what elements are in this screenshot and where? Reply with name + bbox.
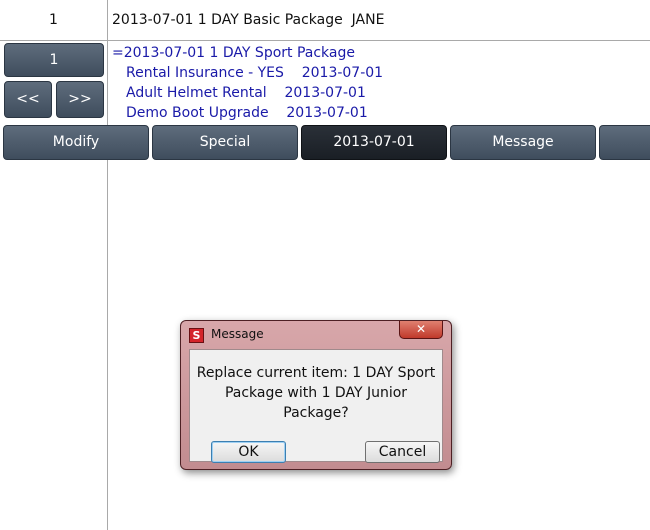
previous-button[interactable]: << — [4, 81, 52, 118]
grid-divider — [107, 0, 108, 530]
package-line: =2013-07-01 1 DAY Sport Package — [112, 45, 355, 61]
dialog-body: Replace current item: 1 DAY Sport Packag… — [189, 349, 443, 463]
item-number: 1 — [49, 12, 58, 28]
item-detail: =2013-07-01 1 DAY Sport Package Rental I… — [112, 43, 383, 123]
next-button[interactable]: >> — [56, 81, 104, 118]
message-button[interactable]: Message — [450, 125, 596, 160]
more-button[interactable] — [599, 125, 650, 160]
dialog-message-line: Replace current item: 1 DAY Sport — [196, 365, 436, 381]
dialog-titlebar[interactable]: S Message ✕ — [181, 321, 451, 349]
app-logo-icon: S — [189, 328, 204, 343]
special-button[interactable]: Special — [152, 125, 298, 160]
message-dialog: S Message ✕ Replace current item: 1 DAY … — [180, 320, 452, 470]
date-button[interactable]: 2013-07-01 — [301, 125, 447, 160]
addon-line: Demo Boot Upgrade 2013-07-01 — [126, 105, 368, 121]
addon-line: Adult Helmet Rental 2013-07-01 — [126, 85, 366, 101]
dialog-message-line: Package? — [283, 405, 349, 421]
cancel-button[interactable]: Cancel — [365, 441, 440, 463]
dialog-message-line: Package with 1 DAY Junior — [224, 385, 408, 401]
modify-button[interactable]: Modify — [3, 125, 149, 160]
dialog-message: Replace current item: 1 DAY Sport Packag… — [190, 363, 442, 423]
ok-button[interactable]: OK — [211, 441, 286, 463]
addon-line: Rental Insurance - YES 2013-07-01 — [126, 65, 384, 81]
item-number-button[interactable]: 1 — [4, 43, 104, 77]
close-icon[interactable]: ✕ — [399, 321, 443, 339]
dialog-title: Message — [211, 327, 264, 341]
item-description: 2013-07-01 1 DAY Basic Package JANE — [112, 12, 385, 28]
item-row[interactable]: 1 2013-07-01 1 DAY Basic Package JANE — [0, 0, 650, 41]
